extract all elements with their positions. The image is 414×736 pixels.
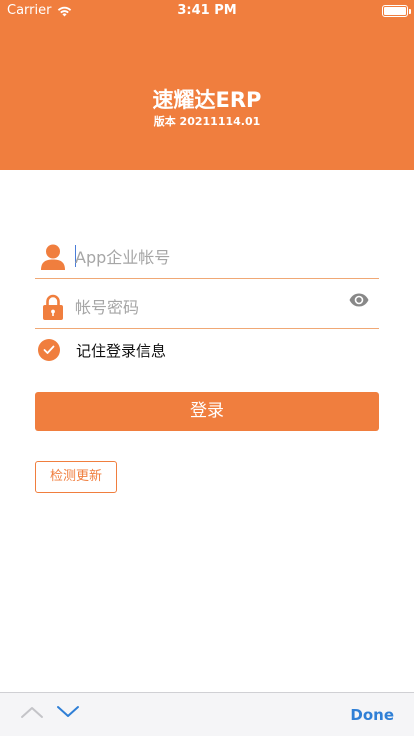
login-button[interactable]: 登录 [35, 392, 379, 431]
check-update-button[interactable]: 检测更新 [35, 461, 117, 493]
battery-fill [384, 7, 406, 15]
chevron-down-icon[interactable] [56, 705, 80, 719]
battery-icon [382, 5, 411, 17]
done-button[interactable]: Done [350, 706, 394, 724]
username-input[interactable] [75, 246, 335, 268]
keyboard-toolbar: Done [0, 692, 414, 736]
password-field[interactable] [35, 287, 379, 329]
password-input[interactable] [75, 296, 335, 318]
remember-login-option[interactable]: 记住登录信息 [38, 338, 166, 362]
remember-checkbox[interactable] [38, 339, 60, 361]
app-title: 速耀达ERP [152, 88, 262, 112]
checkmark-icon [43, 345, 55, 354]
username-field[interactable] [35, 237, 379, 279]
lock-icon [43, 294, 63, 320]
battery-tip [409, 9, 411, 14]
status-time: 3:41 PM [177, 3, 237, 18]
eye-icon[interactable] [349, 293, 369, 307]
app-version: 版本 20211114.01 [153, 115, 261, 128]
user-icon [41, 244, 65, 270]
status-bar: Carrier 3:41 PM [0, 0, 414, 22]
remember-label: 记住登录信息 [76, 341, 167, 360]
chevron-up-icon[interactable] [20, 705, 44, 719]
header: Carrier 3:41 PM 速耀达ERP 版本 20211114.01 [0, 0, 414, 170]
